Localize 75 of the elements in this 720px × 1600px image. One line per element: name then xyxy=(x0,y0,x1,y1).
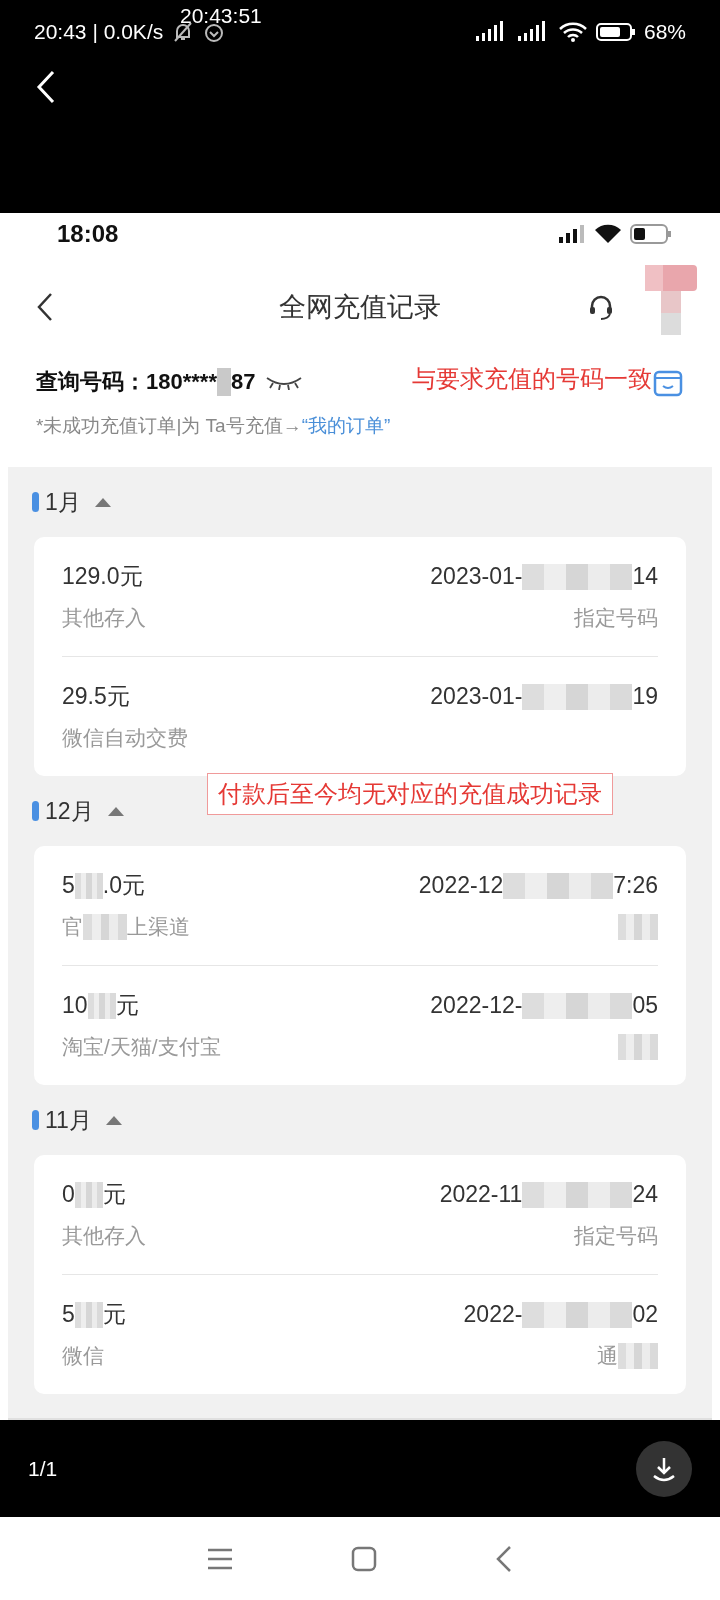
caret-up-icon[interactable] xyxy=(92,496,113,508)
amount-text: .0元 xyxy=(102,871,145,900)
phone-number: 87 xyxy=(230,369,256,395)
back-icon[interactable] xyxy=(36,70,56,104)
note-text: *未成功充值订单|为 Ta号充值→“我的订单” xyxy=(35,414,392,438)
annotation-text: 与要求充值的号码一致 xyxy=(412,364,652,394)
annotation-label: 付款后至今均无对应的充值成功记录 xyxy=(207,773,613,815)
caret-up-icon[interactable] xyxy=(105,805,126,817)
source-text: 官 xyxy=(62,914,83,940)
date-text: 2023-01- xyxy=(430,563,523,590)
type-text: 通 xyxy=(597,1343,618,1369)
battery-icon xyxy=(595,21,636,43)
page-counter: 1/1 xyxy=(28,1456,58,1481)
eye-closed-icon[interactable] xyxy=(265,374,304,390)
source-text: 其他存入 xyxy=(62,605,146,631)
source-text: 淘宝/天猫/支付宝 xyxy=(62,1034,221,1060)
date-text: 7:26 xyxy=(613,872,658,899)
mosaic-patch xyxy=(74,1301,103,1328)
amount-text: 元 xyxy=(102,1180,126,1209)
mosaic-patch xyxy=(618,1034,658,1060)
date-text: 24 xyxy=(632,1181,658,1208)
signal-icon xyxy=(558,224,586,244)
mosaic-patch xyxy=(83,914,127,940)
page-title: 全网充值记录 xyxy=(279,292,441,322)
date-text: 2023-01- xyxy=(430,683,523,710)
amount-text: 0 xyxy=(62,1181,75,1208)
month-label: 1月 xyxy=(45,487,81,517)
type-text: 指定号码 xyxy=(574,605,658,631)
home-icon[interactable] xyxy=(351,1545,377,1572)
amount-text: 元 xyxy=(102,1300,126,1329)
month-marker xyxy=(32,1110,39,1130)
month-label: 11月 xyxy=(45,1105,92,1135)
caret-up-icon[interactable] xyxy=(103,1114,124,1126)
status-time: 18:08 xyxy=(57,220,120,248)
mosaic-patch xyxy=(74,1181,103,1208)
source-text: 其他存入 xyxy=(62,1223,146,1249)
alarm-icon xyxy=(203,21,226,43)
amount-text: 29.5元 xyxy=(62,682,130,711)
mosaic-patch xyxy=(618,914,658,940)
amount-text: 10 xyxy=(62,992,88,1019)
back-icon[interactable] xyxy=(36,292,54,322)
date-text: 2022-11 xyxy=(439,1181,523,1208)
query-label: 查询号码： xyxy=(36,368,146,396)
mosaic-patch xyxy=(645,265,697,337)
date-text: 2022- xyxy=(463,1301,523,1328)
battery-percent: 68% xyxy=(643,20,686,44)
date-text: 2022-12- xyxy=(430,992,523,1019)
amount-text: 5 xyxy=(62,1301,75,1328)
mosaic-patch xyxy=(216,368,231,396)
month-label: 12月 xyxy=(45,796,94,826)
my-orders-link[interactable]: “我的订单” xyxy=(301,415,391,436)
date-text: 02 xyxy=(632,1301,658,1328)
type-text: 指定号码 xyxy=(574,1223,658,1249)
month-marker xyxy=(32,801,39,821)
amount-text: 129.0元 xyxy=(62,562,143,591)
status-time: 20:43 | 0.0K/s xyxy=(34,20,164,44)
date-text: 05 xyxy=(632,992,658,1019)
source-text: 微信自动交费 xyxy=(62,725,188,751)
battery-icon xyxy=(630,223,672,245)
mosaic-patch xyxy=(618,1343,658,1369)
source-text: 上渠道 xyxy=(127,914,190,940)
amount-text: 元 xyxy=(115,991,139,1020)
menu-icon[interactable] xyxy=(207,1546,233,1571)
wifi-icon xyxy=(557,21,588,43)
wifi-icon xyxy=(594,224,622,244)
clock-text: 20:43:51 xyxy=(180,4,262,28)
mosaic-patch xyxy=(74,872,103,899)
date-text: 2022-12 xyxy=(418,872,504,899)
month-marker xyxy=(32,492,39,512)
source-text: 微信 xyxy=(62,1343,104,1369)
mosaic-patch xyxy=(87,992,116,1019)
date-text: 14 xyxy=(632,563,658,590)
date-text: 19 xyxy=(632,683,658,710)
phone-number: 180**** xyxy=(146,369,217,395)
amount-text: 5 xyxy=(62,872,75,899)
